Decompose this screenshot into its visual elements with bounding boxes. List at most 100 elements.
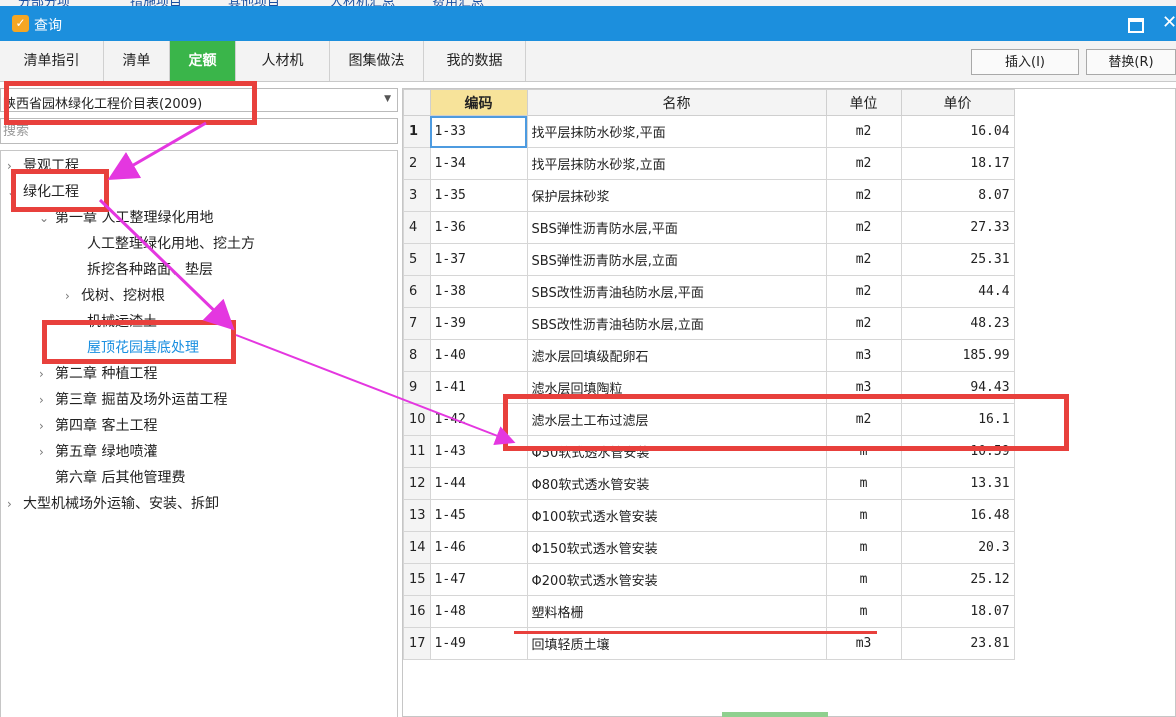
tree-node[interactable]: › 第五章 绿地喷灌 <box>39 441 157 463</box>
tab-bill[interactable]: 清单 <box>104 41 170 81</box>
cell-code[interactable]: 1-45 <box>429 499 528 532</box>
cell-name[interactable]: SBS弹性沥青防水层,平面 <box>526 211 827 244</box>
row-number[interactable]: 7 <box>403 307 431 340</box>
tree-node[interactable]: › 伐树、挖树根 <box>65 285 165 307</box>
cell-unit[interactable]: m <box>825 595 902 628</box>
cell-name[interactable]: 保护层抹砂浆 <box>526 179 827 212</box>
cell-price[interactable]: 27.33 <box>900 211 1015 244</box>
table-row[interactable]: 8 1-40 滤水层回填级配卵石 m3 185.99 <box>403 339 1015 372</box>
cell-price[interactable]: 16.48 <box>900 499 1015 532</box>
row-number[interactable]: 16 <box>403 595 431 628</box>
row-number[interactable]: 5 <box>403 243 431 276</box>
chevron-right-icon[interactable]: › <box>39 363 55 385</box>
cell-unit[interactable]: m2 <box>825 243 902 276</box>
cell-price[interactable]: 20.3 <box>900 531 1015 564</box>
table-row[interactable]: 14 1-46 Φ150软式透水管安装 m 20.3 <box>403 531 1015 564</box>
dropdown-arrow-icon[interactable]: ▼ <box>384 94 391 104</box>
cell-price[interactable]: 18.17 <box>900 147 1015 180</box>
cell-unit[interactable]: m2 <box>825 275 902 308</box>
table-row[interactable]: 6 1-38 SBS改性沥青油毡防水层,平面 m2 44.4 <box>403 275 1015 308</box>
cell-unit[interactable]: m <box>825 467 902 500</box>
cell-code[interactable]: 1-47 <box>429 563 528 596</box>
tab-bill-guide[interactable]: 清单指引 <box>0 41 104 81</box>
cell-unit[interactable]: m3 <box>825 339 902 372</box>
cell-price[interactable]: 25.12 <box>900 563 1015 596</box>
tree-node[interactable]: 人工整理绿化用地、挖土方 <box>71 233 255 255</box>
cell-code[interactable]: 1-35 <box>429 179 528 212</box>
cell-name[interactable]: 找平层抹防水砂浆,平面 <box>526 115 827 148</box>
tree-node[interactable]: › 第三章 掘苗及场外运苗工程 <box>39 389 227 411</box>
table-row[interactable]: 7 1-39 SBS改性沥青油毡防水层,立面 m2 48.23 <box>403 307 1015 340</box>
cell-price[interactable]: 13.31 <box>900 467 1015 500</box>
tree-node[interactable]: › 第四章 客土工程 <box>39 415 157 437</box>
row-number[interactable]: 14 <box>403 531 431 564</box>
cell-code[interactable]: 1-37 <box>429 243 528 276</box>
table-row[interactable]: 2 1-34 找平层抹防水砂浆,立面 m2 18.17 <box>403 147 1015 180</box>
tree-node[interactable]: › 第二章 种植工程 <box>39 363 157 385</box>
cell-price[interactable]: 185.99 <box>900 339 1015 372</box>
row-number[interactable]: 8 <box>403 339 431 372</box>
cell-code[interactable]: 1-44 <box>429 467 528 500</box>
row-number[interactable]: 11 <box>403 435 431 468</box>
cell-code[interactable]: 1-46 <box>429 531 528 564</box>
row-number[interactable]: 17 <box>403 627 431 660</box>
cell-price[interactable]: 16.04 <box>900 115 1015 148</box>
row-number[interactable]: 13 <box>403 499 431 532</box>
cell-price[interactable]: 23.81 <box>900 627 1015 660</box>
cell-name[interactable]: SBS改性沥青油毡防水层,立面 <box>526 307 827 340</box>
cell-code[interactable]: 1-33 <box>429 115 528 148</box>
cell-price[interactable]: 44.4 <box>900 275 1015 308</box>
cell-unit[interactable]: m2 <box>825 115 902 148</box>
row-number[interactable]: 15 <box>403 563 431 596</box>
maximize-icon[interactable] <box>1128 18 1144 33</box>
row-number[interactable]: 6 <box>403 275 431 308</box>
table-row[interactable]: 16 1-48 塑料格栅 m 18.07 <box>403 595 1015 628</box>
column-header-code[interactable]: 编码 <box>429 89 528 116</box>
cell-name[interactable]: Φ200软式透水管安装 <box>526 563 827 596</box>
chevron-right-icon[interactable]: › <box>65 285 81 307</box>
table-row[interactable]: 12 1-44 Φ80软式透水管安装 m 13.31 <box>403 467 1015 500</box>
cell-unit[interactable]: m <box>825 563 902 596</box>
cell-code[interactable]: 1-49 <box>429 627 528 660</box>
cell-unit[interactable]: m2 <box>825 179 902 212</box>
cell-code[interactable]: 1-38 <box>429 275 528 308</box>
table-row[interactable]: 5 1-37 SBS弹性沥青防水层,立面 m2 25.31 <box>403 243 1015 276</box>
row-number[interactable]: 3 <box>403 179 431 212</box>
replace-button[interactable]: 替换(R) <box>1086 49 1176 75</box>
cell-code[interactable]: 1-36 <box>429 211 528 244</box>
table-row[interactable]: 1 1-33 找平层抹防水砂浆,平面 m2 16.04 <box>403 115 1015 148</box>
cell-name[interactable]: 塑料格栅 <box>526 595 827 628</box>
tree-node[interactable]: › 大型机械场外运输、安装、拆卸 <box>7 493 219 515</box>
tree-node[interactable]: 第六章 后其他管理费 <box>39 467 185 489</box>
column-header-unit[interactable]: 单位 <box>825 89 902 116</box>
cell-name[interactable]: Φ100软式透水管安装 <box>526 499 827 532</box>
cell-price[interactable]: 48.23 <box>900 307 1015 340</box>
chevron-right-icon[interactable]: › <box>39 441 55 463</box>
chevron-right-icon[interactable]: › <box>39 389 55 411</box>
close-icon[interactable]: ✕ <box>1162 12 1176 33</box>
table-row[interactable]: 3 1-35 保护层抹砂浆 m2 8.07 <box>403 179 1015 212</box>
grid-scroll-indicator[interactable] <box>722 712 828 717</box>
tree-node[interactable]: 拆挖各种路面、垫层 <box>71 259 213 281</box>
row-number[interactable]: 9 <box>403 371 431 404</box>
row-number[interactable]: 10 <box>403 403 431 436</box>
cell-name[interactable]: Φ80软式透水管安装 <box>526 467 827 500</box>
cell-name[interactable]: Φ150软式透水管安装 <box>526 531 827 564</box>
row-number[interactable]: 4 <box>403 211 431 244</box>
cell-price[interactable]: 8.07 <box>900 179 1015 212</box>
cell-price[interactable]: 18.07 <box>900 595 1015 628</box>
cell-code[interactable]: 1-40 <box>429 339 528 372</box>
table-row[interactable]: 4 1-36 SBS弹性沥青防水层,平面 m2 27.33 <box>403 211 1015 244</box>
cell-code[interactable]: 1-39 <box>429 307 528 340</box>
cell-unit[interactable]: m <box>825 499 902 532</box>
tab-my-data[interactable]: 我的数据 <box>424 41 526 81</box>
column-header-price[interactable]: 单价 <box>900 89 1015 116</box>
cell-unit[interactable]: m <box>825 531 902 564</box>
cell-name[interactable]: SBS改性沥青油毡防水层,平面 <box>526 275 827 308</box>
cell-code[interactable]: 1-34 <box>429 147 528 180</box>
insert-button[interactable]: 插入(I) <box>971 49 1079 75</box>
cell-name[interactable]: 找平层抹防水砂浆,立面 <box>526 147 827 180</box>
tab-quota[interactable]: 定额 <box>170 41 236 81</box>
cell-unit[interactable]: m2 <box>825 147 902 180</box>
tab-labor-material[interactable]: 人材机 <box>236 41 330 81</box>
